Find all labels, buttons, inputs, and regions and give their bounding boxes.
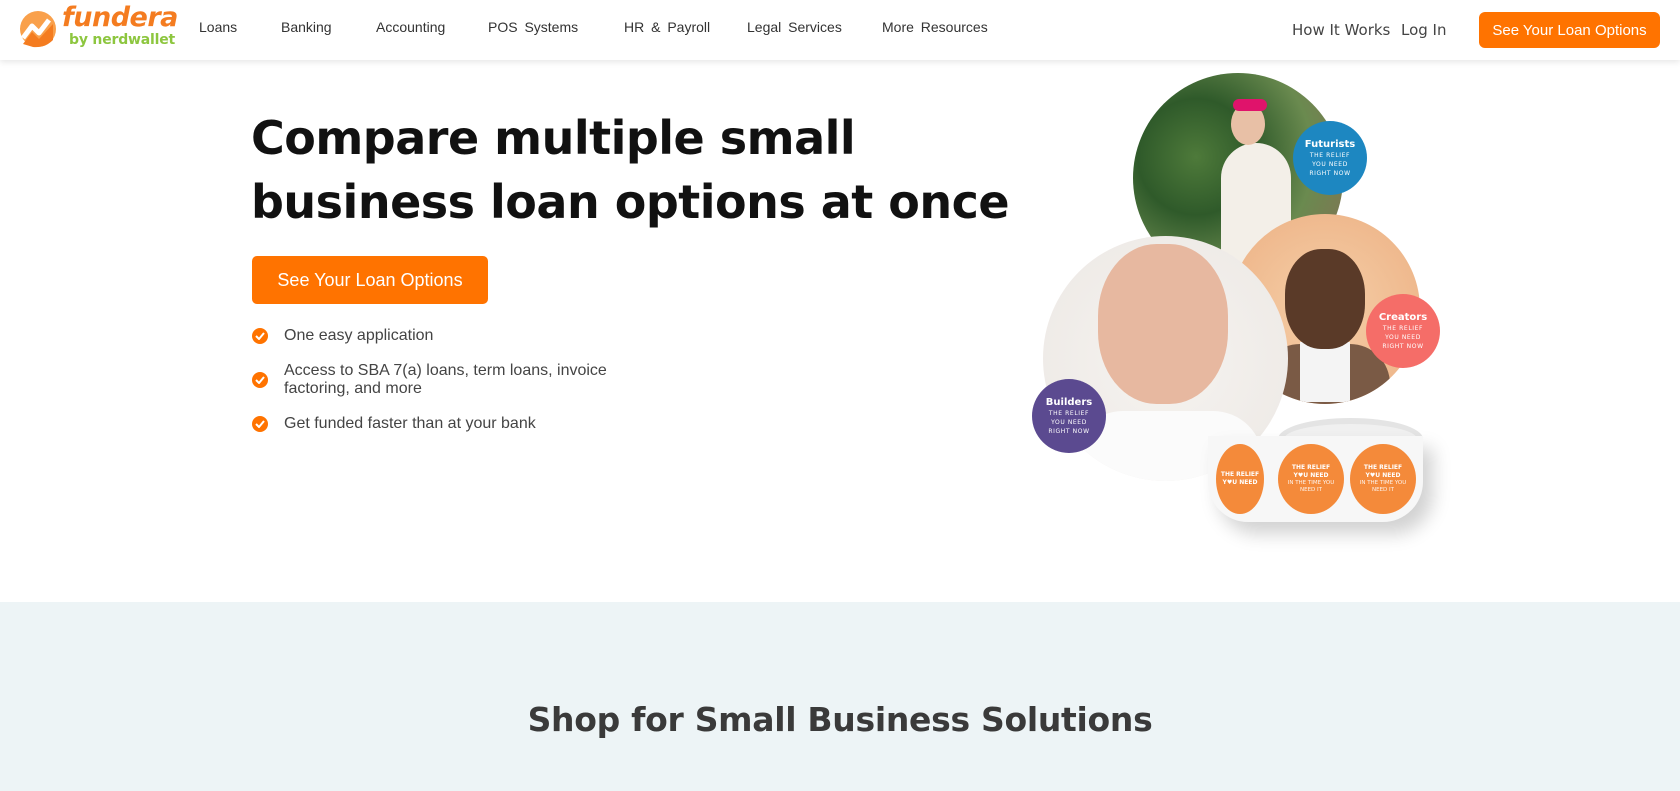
header-see-loan-options-button[interactable]: See Your Loan Options: [1479, 12, 1660, 48]
benefit-text: Access to SBA 7(a) loans, term loans, in…: [284, 362, 607, 397]
badge-subtitle: THE RELIEF YOU NEED RIGHT NOW: [1382, 325, 1424, 350]
badge-title: Builders: [1045, 397, 1093, 408]
hero-title-line-2: business loan options at once: [251, 175, 1010, 229]
sticker-subtext: IN THE TIME YOU NEED IT: [1359, 480, 1407, 493]
logo-tagline: by nerdwallet: [69, 32, 175, 48]
sticker: THE RELIEF Y♥U NEED: [1216, 444, 1264, 514]
sticker-text: THE RELIEF Y♥U NEED: [1291, 464, 1331, 479]
benefit-item: Get funded faster than at your bank: [252, 415, 652, 433]
solutions-title: Shop for Small Business Solutions: [527, 700, 1153, 739]
sticker-roll: THE RELIEF Y♥U NEED THE RELIEF Y♥U NEED …: [1208, 418, 1430, 528]
badge-subtitle: THE RELIEF YOU NEED RIGHT NOW: [1309, 152, 1351, 177]
check-circle-icon: [252, 372, 268, 388]
top-navigation: fundera by nerdwallet Loans Banking Acco…: [0, 0, 1680, 60]
nav-item-banking[interactable]: Banking: [281, 19, 332, 35]
fundera-logo[interactable]: fundera by nerdwallet: [19, 2, 178, 50]
hero-title: Compare multiple small business loan opt…: [251, 106, 1011, 234]
badge-title: Creators: [1378, 312, 1428, 323]
sticker-text: THE RELIEF Y♥U NEED: [1363, 464, 1403, 479]
logo-wordmark: fundera: [62, 2, 178, 33]
how-it-works-link[interactable]: How It Works: [1292, 21, 1390, 39]
nav-item-hr-payroll[interactable]: HR & Payroll: [624, 19, 710, 35]
check-circle-icon: [252, 328, 268, 344]
check-circle-icon: [252, 416, 268, 432]
nav-item-more-resources[interactable]: More Resources: [882, 19, 988, 35]
hero-collage-image: Futurists THE RELIEF YOU NEED RIGHT NOW …: [1010, 66, 1530, 546]
benefit-text: One easy application: [284, 327, 434, 344]
benefit-item: Access to SBA 7(a) loans, term loans, in…: [252, 362, 622, 398]
nav-item-pos-systems[interactable]: POS Systems: [488, 19, 578, 35]
sticker: THE RELIEF Y♥U NEED IN THE TIME YOU NEED…: [1278, 444, 1344, 514]
solutions-section: Shop for Small Business Solutions: [0, 602, 1680, 791]
sticker-subtext: IN THE TIME YOU NEED IT: [1287, 480, 1335, 493]
hero-title-line-1: Compare multiple small: [251, 111, 856, 165]
sticker: THE RELIEF Y♥U NEED IN THE TIME YOU NEED…: [1350, 444, 1416, 514]
nav-item-loans[interactable]: Loans: [199, 19, 237, 35]
badge-title: Futurists: [1304, 139, 1356, 150]
badge-creators: Creators THE RELIEF YOU NEED RIGHT NOW: [1366, 294, 1440, 368]
logo-chart-icon: [20, 11, 56, 48]
benefit-text: Get funded faster than at your bank: [284, 415, 536, 432]
nav-item-legal-services[interactable]: Legal Services: [747, 19, 842, 35]
badge-builders: Builders THE RELIEF YOU NEED RIGHT NOW: [1032, 379, 1106, 453]
sticker-text: THE RELIEF Y♥U NEED: [1220, 471, 1260, 486]
badge-subtitle: THE RELIEF YOU NEED RIGHT NOW: [1048, 410, 1090, 435]
badge-futurists: Futurists THE RELIEF YOU NEED RIGHT NOW: [1293, 121, 1367, 195]
benefits-list: One easy application Access to SBA 7(a) …: [252, 327, 652, 433]
benefit-item: One easy application: [252, 327, 652, 345]
log-in-link[interactable]: Log In: [1401, 21, 1447, 39]
hero-see-loan-options-button[interactable]: See Your Loan Options: [252, 256, 488, 304]
nav-item-accounting[interactable]: Accounting: [376, 19, 445, 35]
